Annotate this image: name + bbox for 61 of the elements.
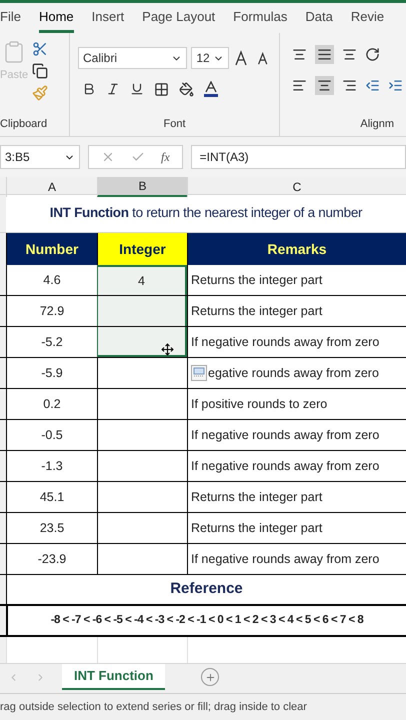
header-cell: Integer (97, 233, 187, 265)
ribbon-tab[interactable]: Insert (92, 6, 124, 33)
reference-title: Reference (6, 575, 406, 604)
column-header[interactable]: C (187, 177, 406, 197)
group-label: Clipboard (0, 116, 48, 132)
top-align-icon[interactable] (292, 47, 307, 62)
number-cell: -23.9 (6, 544, 97, 574)
middle-align-icon[interactable] (315, 45, 334, 64)
decrease-indent-icon[interactable] (365, 78, 380, 93)
remark-cell-text: If positive rounds to zero (191, 396, 328, 413)
bold-icon[interactable] (82, 82, 96, 96)
group-label: Font (163, 116, 186, 132)
remark-cell-text: If negative rounds away from zero (191, 426, 380, 444)
align-center-icon[interactable] (315, 76, 334, 95)
borders-icon[interactable] (154, 82, 169, 96)
quick-analysis-icon (191, 365, 207, 381)
orientation-icon[interactable] (365, 47, 380, 62)
ribbon-tab[interactable]: Revie (350, 6, 384, 33)
increase-indent-icon[interactable] (388, 78, 403, 93)
sheet-tab[interactable]: INT Function (62, 664, 166, 690)
number-cell: -1.3 (6, 451, 97, 481)
ribbon-tab[interactable]: Formulas (233, 6, 288, 33)
remark-cell-text: Returns the integer part (191, 488, 322, 506)
number-cell: -5.9 (6, 358, 97, 388)
cut-icon[interactable] (32, 41, 48, 57)
italic-icon[interactable] (106, 82, 120, 96)
header-cell: Remarks (187, 233, 406, 265)
ribbon-tab[interactable]: Page Layout (142, 6, 216, 33)
font-name-field[interactable]: Calibri (78, 47, 188, 69)
fill-color-icon[interactable] (179, 82, 194, 96)
number-cell: 23.5 (6, 513, 97, 543)
number-cell: -0.5 (6, 420, 97, 450)
remark-cell-text: If negative rounds away from zero (191, 458, 380, 475)
status-message: rag outside selection to extend series or fill; drag inside to clear (0, 700, 307, 715)
align-left-icon[interactable] (292, 78, 307, 93)
remark-cell-text: Returns the integer part (191, 520, 322, 537)
remark-cell-text: Returns the integer part (191, 302, 322, 320)
ribbon-tab[interactable]: Data (305, 6, 333, 33)
underline-icon[interactable] (130, 82, 144, 96)
integer-cell: 4 (97, 265, 187, 295)
add-sheet-icon[interactable] (201, 668, 220, 686)
insert-function-button[interactable]: fx (161, 148, 170, 166)
bottom-align-icon[interactable] (342, 47, 357, 62)
number-cell: 45.1 (6, 482, 97, 512)
column-header[interactable]: B (97, 177, 187, 197)
move-cursor-icon (161, 342, 174, 356)
name-box[interactable]: 3:B5 (0, 145, 80, 169)
group-label: Alignm (360, 116, 394, 132)
remark-cell-text: Returns the integer part (191, 272, 322, 289)
number-cell: 0.2 (6, 389, 97, 419)
font-color-icon[interactable] (204, 81, 218, 97)
font-size-field[interactable]: 12 (191, 47, 230, 69)
reference-values: -8 < -7 < -6 < -5 < -4 < -3 < -2 < -1 < 0 < 1 < 2 < 3 < 4 < 5 < 6 < 7 < 8 (50, 612, 364, 628)
sheet-title: INT Function to return the nearest integer of a number (50, 204, 362, 222)
remark-cell-text: If negative rounds away from zero (191, 334, 380, 351)
copy-icon[interactable] (32, 63, 48, 79)
align-right-icon[interactable] (342, 78, 357, 93)
remark-cell-text: If negative rounds away from zero (191, 550, 380, 568)
ribbon-tab[interactable]: File (0, 6, 21, 33)
remark-cell-text: egative rounds away from zero (208, 364, 379, 382)
formula-field[interactable]: =INT(A3) (190, 145, 406, 169)
